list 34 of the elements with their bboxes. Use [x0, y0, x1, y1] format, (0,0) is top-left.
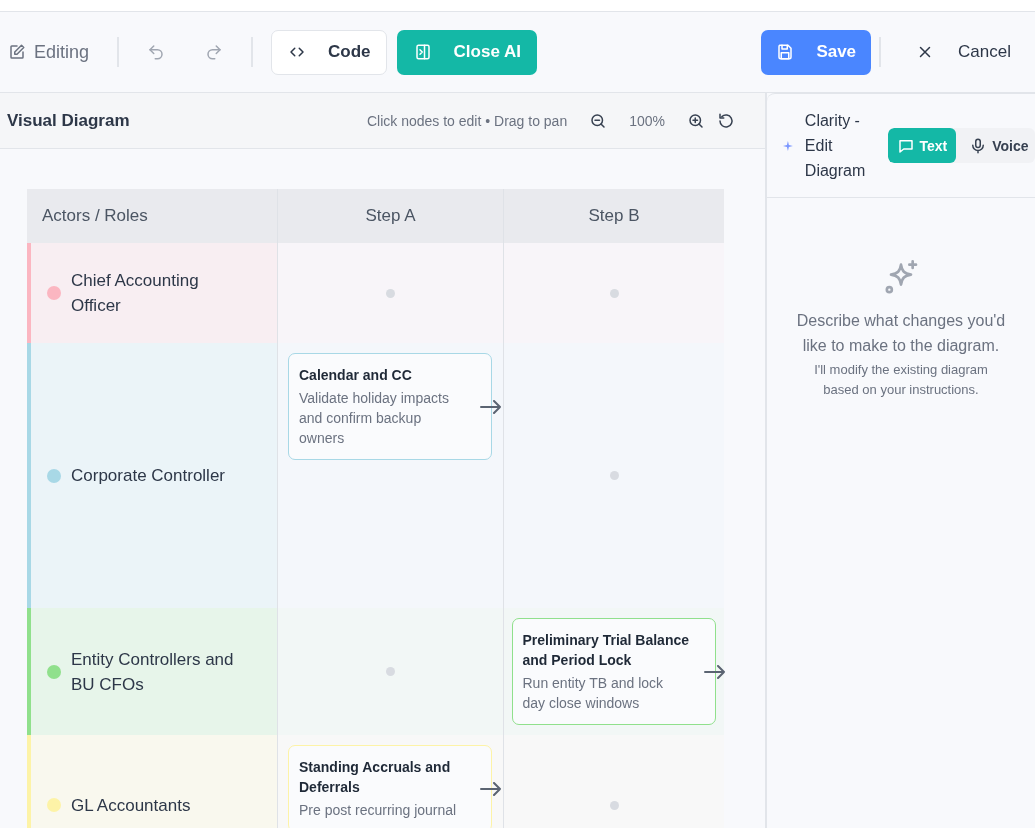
empty-state-hint: I'll modify the existing diagram based on your instructions. — [813, 361, 989, 399]
cancel-button[interactable]: Cancel — [899, 29, 1027, 75]
sparkle-icon — [783, 140, 793, 151]
empty-slot-dot — [609, 471, 619, 480]
lane-header: Corporate Controller — [27, 343, 277, 608]
lane-header: Entity Controllers and BU CFOs — [27, 608, 277, 735]
process-node[interactable]: Calendar and CC Validate holiday impacts and confirm backup owners — [288, 353, 492, 460]
undo-icon — [147, 43, 166, 61]
zoom-out-button[interactable] — [589, 111, 608, 130]
panel-title: Visual Diagram — [7, 110, 131, 131]
mode-tab[interactable]: Voice — [960, 128, 1035, 163]
zoom-in-button[interactable] — [687, 111, 705, 130]
empty-slot-dot — [386, 288, 395, 298]
empty-state-title: Describe what changes you'd like to make to the diagram. — [795, 311, 1007, 356]
process-node[interactable]: Preliminary Trial Balance and Period Lock Run entity TB and lock day close windows — [511, 618, 716, 725]
code-button[interactable]: Code — [271, 29, 387, 75]
save-icon — [776, 43, 795, 61]
redo-icon — [205, 43, 224, 61]
lane-header: Chief Accounting Officer — [27, 243, 277, 343]
process-node[interactable]: Standing Accruals and Deferrals Pre post recurring journal — [288, 745, 492, 828]
column-header: Step B — [503, 189, 724, 243]
column-header: Actors / Roles — [27, 189, 277, 243]
empty-slot-dot — [609, 288, 619, 298]
empty-slot-dot — [609, 800, 619, 810]
lane-header: GL Accountants — [27, 735, 277, 828]
zoom-level: 100% — [629, 112, 665, 129]
help-text: Click nodes to edit • Drag to pan — [366, 112, 568, 129]
reset-button[interactable] — [717, 111, 735, 130]
assistant-title: Clarity - Edit Diagram — [804, 111, 867, 181]
editing-status: Editing — [8, 41, 90, 63]
edit-icon — [8, 43, 26, 61]
panel-icon — [413, 43, 432, 61]
column-header: Step A — [277, 189, 503, 243]
empty-slot-dot — [386, 667, 395, 676]
